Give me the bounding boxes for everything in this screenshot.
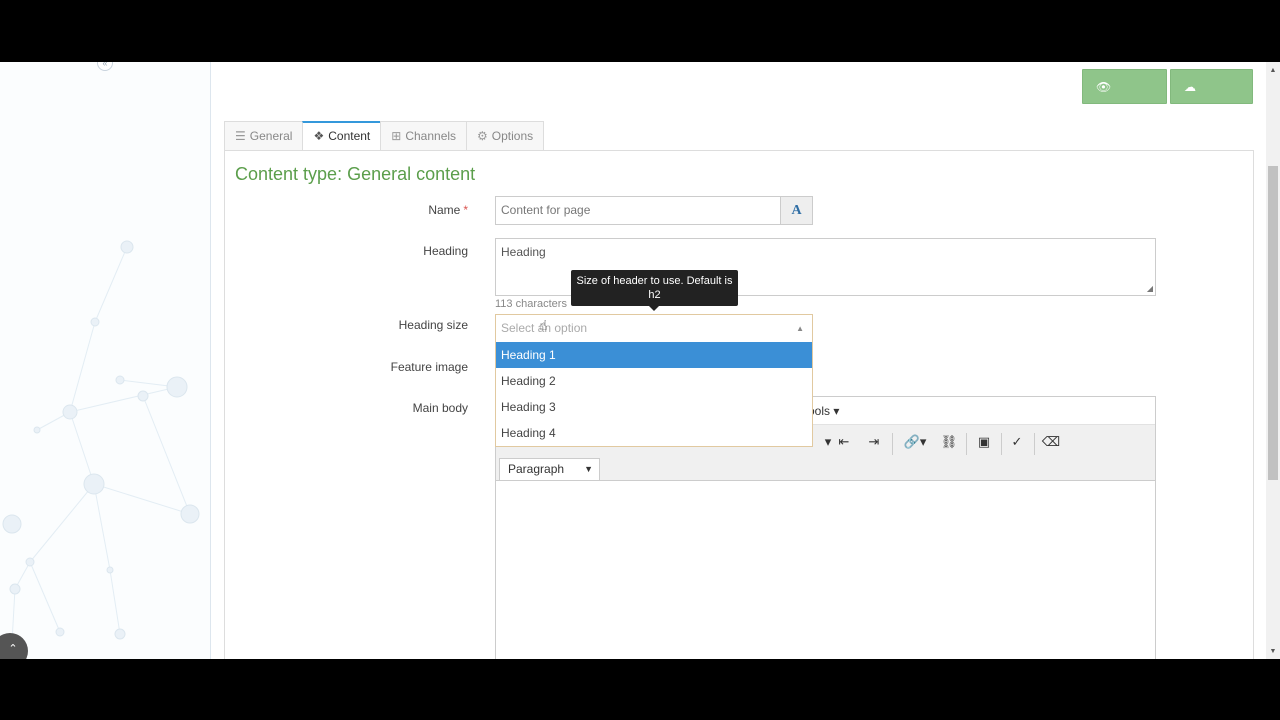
tab-content-label: Content [328,129,371,143]
preview-button-label: Preview [1096,113,1143,128]
link-icon[interactable]: 🔗▾ [897,430,933,454]
format-paragraph-label: Paragraph [508,462,565,476]
toolbar-divider [1034,433,1035,455]
heading-size-dropdown: Heading 1 Heading 2 Heading 3 Heading 4 [495,342,813,447]
content-type-title: Content type: General content [235,164,476,184]
text-format-addon-icon[interactable]: A [780,196,813,225]
publish-button-label: Publish [1184,113,1227,128]
heading-size-option-3[interactable]: Heading 3 [496,394,812,420]
required-mark: * [463,203,468,217]
scroll-up-icon[interactable]: ▲ [1266,64,1280,78]
sidebar: « ⌃ [0,62,211,659]
sitemap-icon: ⊞ [391,129,402,143]
cogs-icon: ⚙ [477,129,488,143]
editor-body[interactable] [496,482,1155,659]
name-input[interactable]: Content for page [495,196,781,225]
scroll-down-icon[interactable]: ▼ [1266,645,1280,659]
heading-size-label: Heading size [398,318,468,332]
page-scrollbar[interactable]: ▲ ▼ [1266,62,1280,659]
network-background-decoration [2,240,200,647]
heading-textarea-value: Heading [501,245,546,259]
format-paragraph-select[interactable]: Paragraph ▼ [499,458,600,481]
heading-size-tooltip: Size of header to use. Default is h2 [571,270,738,311]
sliders-icon: ☰ [235,129,246,143]
eraser-icon[interactable]: ⌫ [1037,430,1065,454]
toolbar-divider [892,433,893,455]
caret-down-icon: ▾ [833,404,840,418]
unlink-icon[interactable]: ⛓ [935,430,963,454]
image-icon[interactable]: ▣ [970,430,998,454]
name-label-text: Name [428,203,461,217]
preview-button[interactable]: 👁 Preview [1082,69,1167,128]
cubes-icon: ❖ [313,129,325,143]
heading-label: Heading [423,244,468,258]
tab-bar: ☰ General ❖ Content ⊞ Channels ⚙ Options [224,121,545,151]
spellcheck-icon[interactable]: ✓ [1003,430,1031,454]
heading-char-count: 113 characters [495,298,567,310]
indent-icon[interactable]: ⇥ [860,430,888,454]
toolbar-divider [1001,433,1002,455]
tab-general[interactable]: ☰ General [224,121,303,151]
caret-up-icon: ▲ [796,324,804,333]
app-viewport: « ⌃ 👁Preview ☁Publish ☰ General ❖ Content … [0,62,1280,659]
heading-size-option-2[interactable]: Heading 2 [496,368,812,394]
tab-options[interactable]: ⚙ Options [466,121,545,151]
toolbar-divider [966,433,967,455]
content-panel: Content type: General content Name * Cont… [224,150,1254,659]
tab-options-label: Options [491,129,534,143]
name-label: Name * [428,203,468,217]
heading-size-option-4[interactable]: Heading 4 [496,420,812,446]
feature-image-label: Feature image [390,360,468,374]
publish-button[interactable]: ☁ Publish [1170,69,1253,128]
tab-general-label: General [249,129,293,143]
main-content: 👁 Preview ☁ Publish ☰ General ❖ Content ⊞ Cha… [211,62,1266,659]
tab-content[interactable]: ❖ Content [302,121,381,151]
caret-down-icon: ▼ [584,464,593,474]
scrollbar-thumb[interactable] [1268,166,1278,480]
main-body-label: Main body [412,401,468,415]
outdent-icon[interactable]: ⇤ [830,430,858,454]
toolbar-group: ▾ ⇤ ⇥ 🔗▾ ⛓ ▣ ✓ ⌫ [814,430,1154,455]
tab-channels-label: Channels [405,129,457,143]
hand-cursor-icon: ☝ [539,317,548,333]
heading-size-option-1[interactable]: Heading 1 [496,342,812,368]
cloud-icon: ☁ [1184,80,1196,94]
eye-icon: 👁 [1096,80,1112,94]
tab-channels[interactable]: ⊞ Channels [380,121,467,151]
resize-grip-icon[interactable]: ◢ [1147,284,1153,293]
